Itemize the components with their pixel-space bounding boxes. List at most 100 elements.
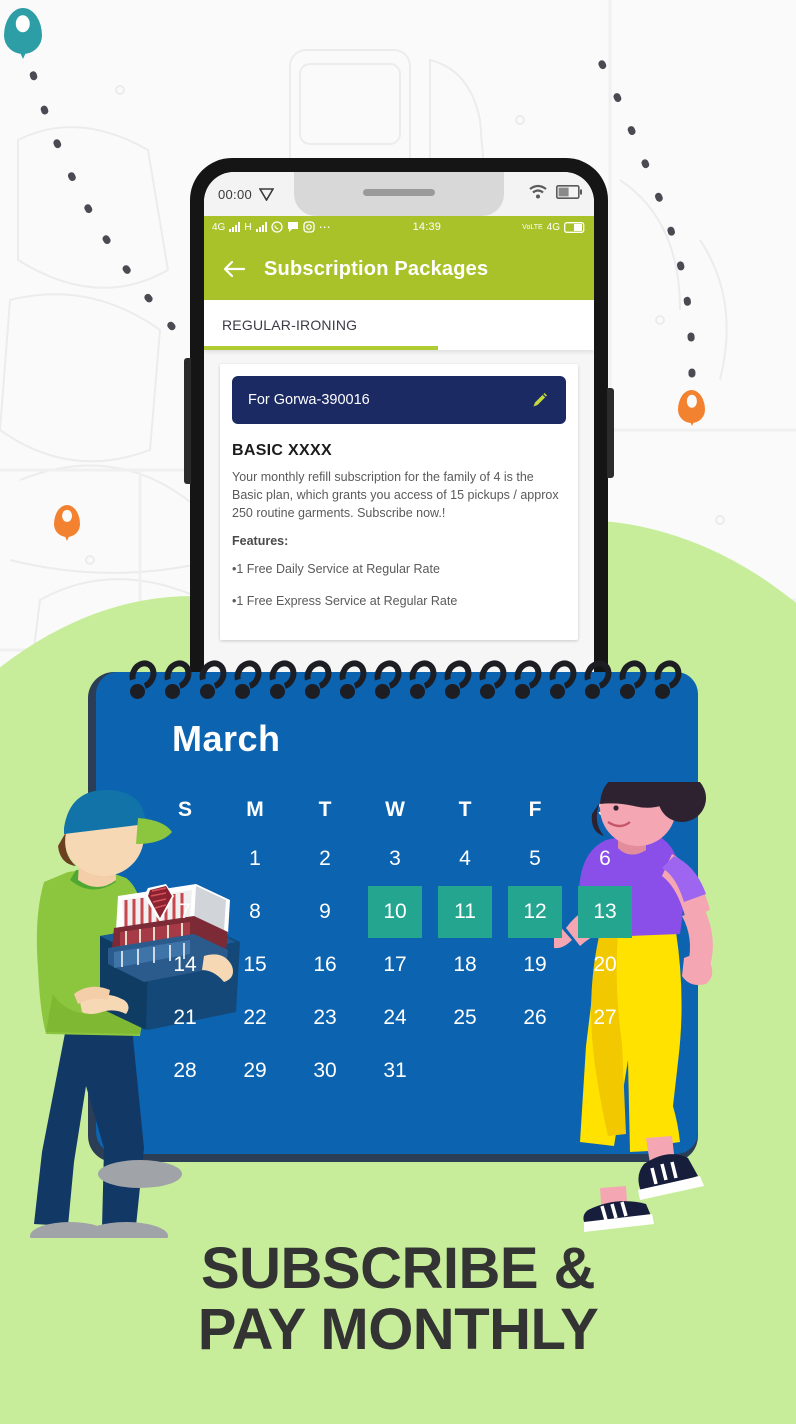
content-area: For Gorwa-390016 BASIC XXXX Your monthly… <box>204 350 594 678</box>
page-title: Subscription Packages <box>264 257 489 280</box>
chat-icon <box>287 222 298 232</box>
calendar-day-cell[interactable]: 10 <box>360 885 430 938</box>
calendar-day-number: 19 <box>523 952 547 976</box>
calendar-day-cell[interactable]: 2 <box>290 832 360 885</box>
whatsapp-icon <box>270 221 283 233</box>
calendar-day-cell[interactable]: 11 <box>430 885 500 938</box>
os-clock: 00:00 <box>218 186 253 202</box>
calendar-day-header: W <box>385 798 405 821</box>
calendar-day-number: 21 <box>173 1005 197 1029</box>
calendar-day-number: 11 <box>454 899 476 923</box>
phone-volume-button <box>184 358 191 484</box>
calendar-day-number: 30 <box>313 1058 337 1082</box>
calendar-day-number: 22 <box>243 1005 267 1029</box>
battery-icon-app <box>564 221 585 233</box>
calendar-day-number: 5 <box>529 846 541 870</box>
plan-description: Your monthly refill subscription for the… <box>232 470 559 521</box>
map-pin-orange-right <box>678 390 705 427</box>
wifi-icon <box>529 184 547 199</box>
phone-mockup: 00:00 4G H ⋯ 14:39 VoLTE 4G Subscription… <box>184 158 614 678</box>
network-type-left: 4G <box>212 221 226 233</box>
feature-item-1: •1 Free Daily Service at Regular Rate <box>232 562 440 577</box>
poster-canvas: 00:00 4G H ⋯ 14:39 VoLTE 4G Subscription… <box>0 0 796 1424</box>
calendar-day-cell[interactable]: 9 <box>290 885 360 938</box>
phone-notch <box>294 172 504 216</box>
triangle-down-icon <box>259 187 275 201</box>
calendar-day-number: 12 <box>523 899 547 923</box>
calendar-day-header: T <box>318 798 332 821</box>
calendar-day-cell[interactable]: 13 <box>570 885 640 938</box>
map-pin-teal <box>4 8 42 59</box>
calendar-day-cell[interactable]: 18 <box>430 938 500 991</box>
spiral-ring <box>264 655 302 702</box>
instagram-icon <box>302 221 315 233</box>
spiral-ring <box>649 655 687 702</box>
more-icon: ⋯ <box>318 220 332 234</box>
battery-icon <box>556 184 582 199</box>
illustration-delivery-man <box>30 789 240 1238</box>
calendar-month-label: March <box>172 718 281 759</box>
map-pin-orange-left <box>54 505 80 541</box>
calendar-day-number: 14 <box>173 952 197 976</box>
tab-regular-ironing[interactable]: REGULAR-IRONING <box>204 317 375 333</box>
calendar-day-number: 16 <box>313 952 337 976</box>
calendar-day-number: 26 <box>523 1005 547 1029</box>
spiral-ring <box>334 655 372 702</box>
poster-headline: SUBSCRIBE & PAY MONTHLY <box>0 1238 796 1361</box>
calendar-day-cell[interactable]: 25 <box>430 991 500 1044</box>
calendar-day-number: 13 <box>593 899 617 923</box>
volte-label: VoLTE <box>522 223 543 231</box>
calendar-day-number: 2 <box>319 846 331 870</box>
address-bar[interactable]: For Gorwa-390016 <box>232 376 566 424</box>
spiral-ring <box>369 655 407 702</box>
spiral-ring <box>579 655 617 702</box>
app-header: Subscription Packages <box>204 238 594 300</box>
calendar-day-number: 10 <box>383 899 407 923</box>
calendar-day-empty <box>430 1044 500 1097</box>
address-label: For Gorwa-390016 <box>248 392 370 408</box>
calendar-day-cell[interactable]: 23 <box>290 991 360 1044</box>
calendar-day-number: 3 <box>389 846 401 870</box>
calendar-day-number: 8 <box>249 899 261 923</box>
calendar-day-header: T <box>458 798 472 821</box>
calendar-day-number: 18 <box>453 952 477 976</box>
calendar-day-cell[interactable]: 17 <box>360 938 430 991</box>
back-arrow-icon[interactable] <box>222 259 246 279</box>
calendar-day-number: 24 <box>383 1005 407 1029</box>
calendar-day-number: 27 <box>593 1005 617 1029</box>
calendar-day-number: 28 <box>173 1058 197 1082</box>
network-type-h: H <box>244 221 252 233</box>
app-status-clock: 14:39 <box>412 221 442 233</box>
spiral-ring <box>229 655 267 702</box>
signal-bars-icon-2 <box>255 222 267 232</box>
plan-card: For Gorwa-390016 BASIC XXXX Your monthly… <box>220 364 578 641</box>
spiral-ring <box>474 655 512 702</box>
calendar-day-cell[interactable]: 16 <box>290 938 360 991</box>
spiral-ring <box>299 655 337 702</box>
spiral-ring <box>194 655 232 702</box>
calendar-day-number: 9 <box>319 899 331 923</box>
calendar-day-number: 25 <box>453 1005 477 1029</box>
calendar-spiral-binding <box>124 655 690 706</box>
calendar-day-cell[interactable]: 30 <box>290 1044 360 1097</box>
phone-screen: 00:00 4G H ⋯ 14:39 VoLTE 4G Subscription… <box>204 172 594 678</box>
calendar-day-cell[interactable]: 31 <box>360 1044 430 1097</box>
calendar-day-cell[interactable]: 24 <box>360 991 430 1044</box>
feature-item-2: •1 Free Express Service at Regular Rate <box>232 594 458 609</box>
calendar-day-number: 20 <box>593 952 617 976</box>
calendar-day-number: 4 <box>459 846 471 870</box>
spiral-ring <box>439 655 477 702</box>
features-heading: Features: <box>232 534 289 549</box>
spiral-ring <box>614 655 652 702</box>
calendar-day-cell[interactable]: 3 <box>360 832 430 885</box>
calendar-day-number: 15 <box>243 952 267 976</box>
os-status-bar: 00:00 <box>204 172 594 216</box>
calendar-day-cell[interactable]: 12 <box>500 885 570 938</box>
earpiece-speaker <box>363 189 435 196</box>
calendar-day-number: 1 <box>249 846 261 870</box>
headline-line-2: PAY MONTHLY <box>197 1297 599 1363</box>
pencil-icon[interactable] <box>530 390 550 410</box>
spiral-ring <box>159 655 197 702</box>
calendar-day-number: 6 <box>599 846 611 870</box>
calendar-day-cell[interactable]: 4 <box>430 832 500 885</box>
